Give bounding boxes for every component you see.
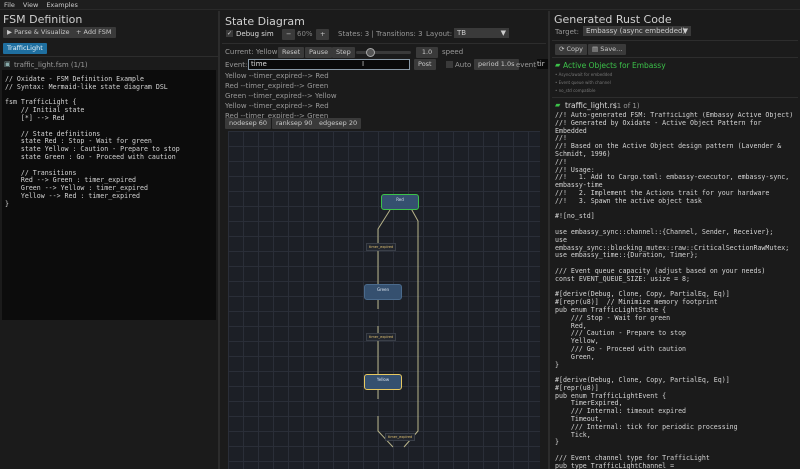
layout-label: Layout: [426, 30, 453, 38]
event-input[interactable]: time I [248, 59, 410, 70]
transition-edges [377, 202, 419, 448]
rust-file-count: (1 of 1) [614, 102, 640, 110]
rust-file-icon: ▰ [555, 101, 561, 109]
speed-slider[interactable] [356, 48, 411, 57]
fsm-tab-trafficlight[interactable]: TrafficLight [3, 43, 47, 54]
edgesep-button[interactable]: edgesep 20 [315, 118, 362, 129]
zoom-in-button[interactable]: + [316, 29, 330, 40]
edge-yellow-label [377, 416, 394, 448]
save-icon: ▤ [592, 45, 601, 53]
log-entry: Yellow --timer_expired--> Red [225, 72, 329, 80]
rust-code-panel: Generated Rust Code Target: Embassy (asy… [550, 11, 800, 469]
file-icon: ▣ [4, 60, 11, 68]
zoom-out-button[interactable]: − [282, 29, 296, 40]
event-label: Event: [225, 61, 248, 69]
panel-title: FSM Definition [3, 13, 83, 26]
edge-to-red [403, 202, 419, 448]
fsm-code-editor[interactable]: // Oxidate - FSM Definition Example // S… [2, 70, 216, 320]
state-diagram-panel: State Diagram ✓ Debug sim − 60% + States… [220, 11, 548, 469]
banner-icon: ▰ [555, 61, 561, 69]
speed-label: speed [442, 48, 464, 56]
banner-title: Active Objects for Embassy [563, 61, 666, 70]
menu-examples[interactable]: Examples [46, 0, 78, 9]
feature-item: • Event queue with channel [555, 80, 611, 85]
auto-checkbox[interactable] [446, 61, 453, 68]
current-state: Current: Yellow [225, 48, 278, 56]
log-entry: Yellow --timer_expired--> Red [225, 102, 329, 110]
panel-title: State Diagram [225, 15, 305, 28]
transition-log: Yellow --timer_expired--> Red Red --time… [225, 71, 337, 121]
state-node-green[interactable]: Green [364, 284, 402, 300]
menu-view[interactable]: View [23, 0, 38, 9]
step-button[interactable]: Step [332, 47, 355, 58]
event-select[interactable]: tir [537, 59, 548, 69]
pause-button[interactable]: Pause [305, 47, 333, 58]
save-label: Save... [600, 45, 623, 53]
menu-bar: File View Examples [0, 0, 800, 10]
rust-code-view[interactable]: //! Auto-generated FSM: TrafficLight (Em… [555, 112, 798, 469]
parse-visualize-button[interactable]: ▶ Parse & Visualize [3, 27, 74, 38]
nodesep-button[interactable]: nodesep 60 [225, 118, 272, 129]
post-button[interactable]: Post [414, 59, 436, 70]
fsm-definition-panel: FSM Definition ▶ Parse & Visualize + Add… [0, 11, 218, 469]
event-input-value: time [251, 60, 267, 68]
period-button[interactable]: period 1.0s [474, 59, 519, 70]
speed-slider-handle[interactable] [365, 48, 375, 57]
save-button[interactable]: ▤ Save... [588, 44, 627, 55]
menu-file[interactable]: File [4, 0, 15, 9]
ranksep-button[interactable]: ranksep 90 [272, 118, 317, 129]
target-select[interactable]: Embassy (async embedded) ▼ [583, 26, 691, 36]
edge-label: timer_expired [385, 433, 416, 441]
edge-label: timer_expired [366, 333, 397, 341]
copy-label: Copy [566, 45, 584, 53]
copy-button[interactable]: ⟳ Copy [555, 44, 588, 55]
layout-select[interactable]: TB ▼ [454, 28, 509, 38]
debug-checkbox[interactable]: ✓ [226, 30, 233, 37]
chevron-down-icon: ▼ [500, 29, 506, 37]
zoom-level: 60% [297, 30, 313, 38]
layout-value: TB [457, 29, 467, 37]
chevron-down-icon: ▼ [682, 27, 688, 35]
add-fsm-button[interactable]: + Add FSM [72, 27, 116, 38]
copy-icon: ⟳ [559, 45, 567, 53]
edge-label: timer_expired [366, 243, 397, 251]
feature-item: • no_std compatible [555, 88, 596, 93]
reset-button[interactable]: Reset [278, 47, 305, 58]
speed-input[interactable]: 1.0 [416, 47, 438, 58]
panel-title: Generated Rust Code [554, 13, 672, 26]
log-entry: Green --timer_expired--> Yellow [225, 92, 337, 100]
diagram-canvas[interactable]: Red timer_expired Green timer_expired Ye… [228, 131, 540, 469]
file-label: traffic_light.fsm (1/1) [14, 61, 88, 69]
feature-item: • Async/await for embedded [555, 72, 613, 77]
auto-label: Auto [455, 61, 472, 69]
debug-label: Debug sim [236, 30, 274, 38]
text-cursor-icon: I [362, 60, 365, 68]
rust-file-label: traffic_light.rs [565, 101, 617, 110]
event2-label: event [516, 61, 536, 69]
target-label: Target: [555, 28, 580, 36]
feature-list: • Async/await for embedded • Event queue… [555, 71, 612, 95]
diagram-stats: States: 3 | Transitions: 3 [338, 30, 423, 38]
state-node-yellow[interactable]: Yellow [364, 374, 402, 390]
target-value: Embassy (async embedded) [586, 27, 686, 35]
state-node-red[interactable]: Red [381, 194, 419, 210]
log-entry: Red --timer_expired--> Green [225, 82, 329, 90]
